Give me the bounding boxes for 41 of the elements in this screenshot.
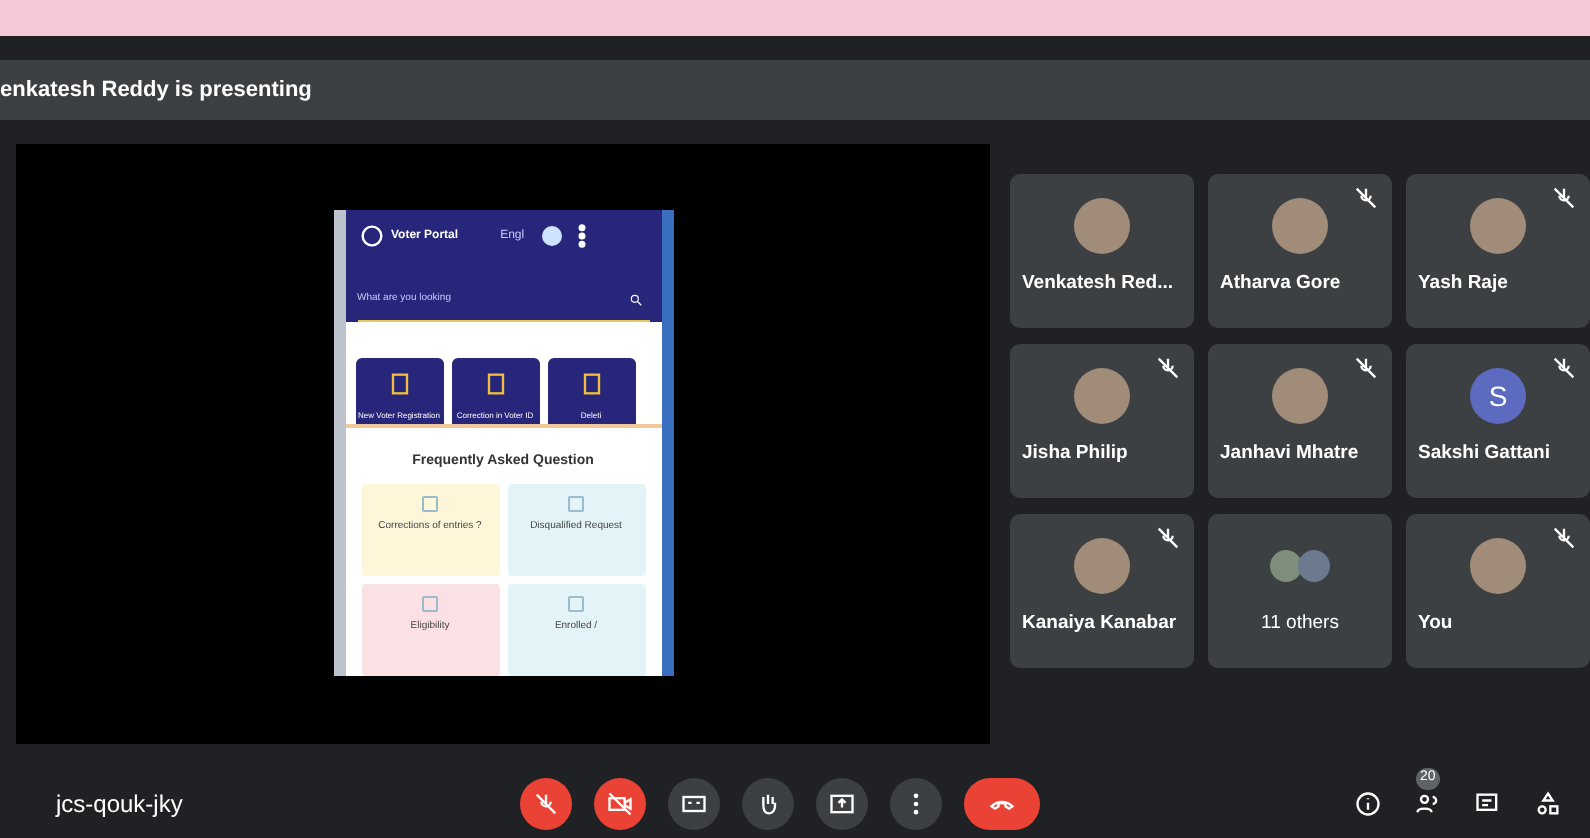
more-options-button[interactable] bbox=[890, 778, 942, 830]
camera-off-icon bbox=[606, 790, 634, 818]
info-icon[interactable] bbox=[1354, 790, 1382, 818]
participant-tile[interactable]: 11 others bbox=[1208, 514, 1392, 668]
participant-tile[interactable]: Atharva Gore bbox=[1208, 174, 1392, 328]
present-button[interactable] bbox=[816, 778, 868, 830]
people-icon[interactable] bbox=[1414, 790, 1442, 818]
participant-name: Atharva Gore bbox=[1220, 270, 1341, 298]
participant-name: Sakshi Gattani bbox=[1418, 440, 1550, 468]
participant-tile[interactable]: S Sakshi Gattani bbox=[1406, 344, 1590, 498]
camera-button[interactable] bbox=[594, 778, 646, 830]
participant-tile[interactable]: Yash Raje bbox=[1406, 174, 1590, 328]
participant-name: You bbox=[1418, 610, 1453, 638]
participant-tile[interactable]: Venkatesh Red... bbox=[1010, 174, 1194, 328]
participant-name: Janhavi Mhatre bbox=[1220, 440, 1359, 468]
captions-button[interactable] bbox=[668, 778, 720, 830]
faq-icon bbox=[422, 496, 438, 512]
participant-tile[interactable]: Jisha Philip bbox=[1010, 344, 1194, 498]
avatar-letter: S bbox=[1470, 368, 1526, 424]
meeting-code: jcs-qouk-jky bbox=[53, 788, 185, 822]
end-call-button[interactable] bbox=[964, 778, 1040, 830]
faq-icon bbox=[568, 596, 584, 612]
captions-icon bbox=[680, 790, 708, 818]
faq-icon bbox=[422, 596, 438, 612]
participant-name: Kanaiya Kanabar bbox=[1022, 610, 1177, 638]
participant-name: Venkatesh Red... bbox=[1022, 270, 1174, 298]
participant-tile[interactable]: Kanaiya Kanabar bbox=[1010, 514, 1194, 668]
mic-off-icon bbox=[532, 790, 560, 818]
participant-name: Jisha Philip bbox=[1022, 440, 1128, 468]
logo-icon bbox=[357, 222, 385, 250]
participant-name: Yash Raje bbox=[1418, 270, 1508, 298]
participant-tile[interactable]: You bbox=[1406, 514, 1590, 668]
activities-icon[interactable] bbox=[1534, 790, 1562, 818]
participant-name: 11 others bbox=[1261, 610, 1339, 638]
present-icon bbox=[828, 790, 856, 818]
microphone-button[interactable] bbox=[520, 778, 572, 830]
faq-icon bbox=[568, 496, 584, 512]
raise-hand-button[interactable] bbox=[742, 778, 794, 830]
profile-icon[interactable] bbox=[542, 226, 563, 246]
participant-tile[interactable]: Janhavi Mhatre bbox=[1208, 344, 1392, 498]
presenting-text: enkatesh Reddy is presenting bbox=[0, 75, 312, 106]
